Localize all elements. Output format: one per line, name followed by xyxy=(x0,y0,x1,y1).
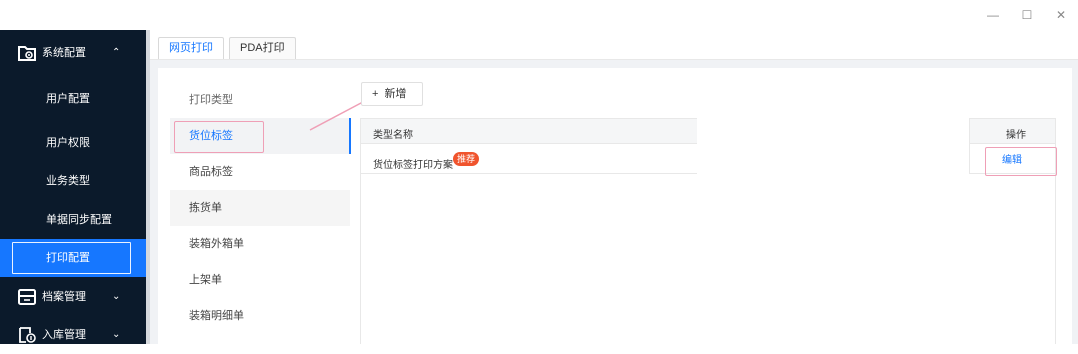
type-name-cell: 货位标签打印方案推荐 xyxy=(373,152,480,172)
minimize-icon[interactable]: — xyxy=(984,6,1002,24)
print-type-item[interactable]: 上架单 xyxy=(170,262,350,298)
chevron-down-icon: ⌄ xyxy=(112,329,121,340)
print-type-item[interactable]: 商品标签 xyxy=(170,154,350,190)
sidebar-item-label: 打印配置 xyxy=(46,252,90,264)
tab-bar: 网页打印 PDA打印 xyxy=(150,30,1078,60)
print-type-item[interactable]: 装箱明细单 xyxy=(170,298,350,334)
inbound-icon xyxy=(19,327,36,343)
sidebar-item-user-config[interactable]: 用户配置 xyxy=(0,80,146,118)
main-content: 网页打印 PDA打印 打印类型 货位标签 商品标签 拣货单 装箱外箱单 上架单 … xyxy=(150,30,1078,344)
nav-group-label: 档案管理 xyxy=(42,291,86,303)
chevron-up-icon: ⌃ xyxy=(112,47,121,58)
print-scheme-table: 类型名称 操作 货位标签打印方案推荐 编辑 xyxy=(360,118,1057,344)
table-header: 类型名称 xyxy=(361,118,697,144)
chevron-down-icon: ⌄ xyxy=(112,291,121,302)
highlight-box xyxy=(174,121,264,153)
recommend-badge: 推荐 xyxy=(453,152,480,166)
sidebar-item-document-sync[interactable]: 单据同步配置 xyxy=(0,201,146,239)
tab-pda-print[interactable]: PDA打印 xyxy=(229,37,296,59)
sidebar-item-label: 业务类型 xyxy=(46,175,90,187)
sidebar-item-label: 单据同步配置 xyxy=(46,214,112,226)
sidebar-item-business-type[interactable]: 业务类型 xyxy=(0,162,146,200)
nav-group-label: 入库管理 xyxy=(42,329,86,341)
sidebar-item-label: 用户权限 xyxy=(46,137,90,149)
settings-folder-icon xyxy=(18,46,36,61)
table-header: 操作 xyxy=(969,118,1055,144)
nav-group-label: 系统配置 xyxy=(42,47,86,59)
column-header-operation: 操作 xyxy=(1006,130,1026,141)
table-row: 货位标签打印方案推荐 xyxy=(361,144,697,174)
archive-icon xyxy=(18,289,36,305)
column-header-type-name: 类型名称 xyxy=(373,130,413,141)
close-icon[interactable]: ✕ xyxy=(1052,6,1070,24)
maximize-icon[interactable]: ☐ xyxy=(1018,6,1036,24)
tab-web-print[interactable]: 网页打印 xyxy=(158,37,224,59)
sidebar: 系统配置 ⌃ 用户配置 用户权限 业务类型 单据同步配置 打印配置 档案管理 ⌄… xyxy=(0,30,146,344)
print-config-panel: 打印类型 货位标签 商品标签 拣货单 装箱外箱单 上架单 装箱明细单 + 新增 类… xyxy=(158,68,1072,344)
add-button-label: 新增 xyxy=(384,88,407,100)
type-name-text: 货位标签打印方案 xyxy=(373,160,453,171)
print-type-item[interactable]: 拣货单 xyxy=(170,190,350,226)
sidebar-item-label: 用户配置 xyxy=(46,93,90,105)
sidebar-item-print-config[interactable]: 打印配置 xyxy=(0,239,146,277)
add-button[interactable]: + 新增 xyxy=(361,82,423,106)
highlight-box xyxy=(985,147,1057,176)
nav-group-archive[interactable]: 档案管理 ⌄ xyxy=(0,278,146,316)
sidebar-item-user-permissions[interactable]: 用户权限 xyxy=(0,124,146,162)
print-type-item[interactable]: 装箱外箱单 xyxy=(170,226,350,262)
nav-group-system-config[interactable]: 系统配置 ⌃ xyxy=(0,34,146,72)
nav-group-inbound[interactable]: 入库管理 ⌄ xyxy=(0,316,146,354)
plus-icon: + xyxy=(372,88,379,100)
title-bar: — ☐ ✕ xyxy=(0,0,1078,30)
